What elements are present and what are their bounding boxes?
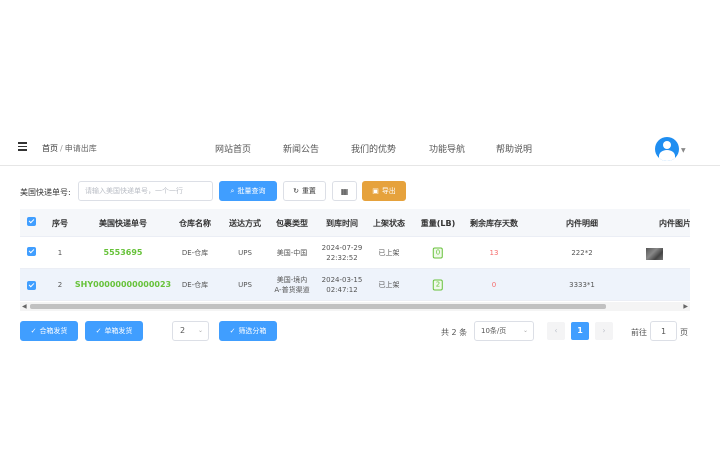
- box-count-select[interactable]: 2 ⌄: [172, 321, 209, 341]
- breadcrumb-home[interactable]: 首页: [42, 144, 58, 153]
- prev-page-button[interactable]: ‹: [547, 322, 565, 340]
- col-shelf-status: 上架状态: [373, 219, 405, 228]
- single-ship-button[interactable]: ✓ 单箱发货: [85, 321, 143, 341]
- cell-package-type: 美国-境内 A-普货渠道: [274, 275, 310, 294]
- col-warehouse: 仓库名称: [179, 219, 211, 228]
- breadcrumb: 首页 / 申请出库: [42, 143, 97, 154]
- goto-unit: 页: [680, 328, 688, 337]
- user-avatar-icon[interactable]: [655, 137, 679, 161]
- breadcrumb-current: 申请出库: [64, 144, 97, 153]
- chevron-down-icon: ⌄: [522, 327, 528, 334]
- col-days-left: 剩余库存天数: [470, 219, 518, 228]
- cell-arrival-time: 2024-07-29 22:32:52: [321, 243, 363, 262]
- cell-delivery: UPS: [238, 248, 252, 257]
- cell-items: 3333*1: [569, 280, 595, 289]
- cell-weight: 2: [432, 279, 444, 290]
- refresh-icon: ↻: [293, 187, 299, 195]
- check-icon: ✓: [95, 327, 102, 335]
- tracking-search-input[interactable]: [78, 181, 213, 201]
- cell-items: 222*2: [571, 248, 593, 257]
- next-page-button[interactable]: ›: [595, 322, 613, 340]
- col-arrival-time: 到库时间: [326, 219, 358, 228]
- cell-shelf-status: 已上架: [378, 248, 400, 257]
- page-1-button[interactable]: 1: [571, 322, 589, 340]
- filter-split-button[interactable]: ✓ 筛选分箱: [219, 321, 277, 341]
- cell-warehouse: DE-仓库: [181, 280, 209, 289]
- cell-index: 2: [57, 280, 63, 289]
- cell-package-type: 美国-中国: [276, 248, 308, 257]
- col-items: 内件明细: [566, 219, 598, 228]
- col-package-type: 包裹类型: [276, 219, 308, 228]
- row-checkbox[interactable]: [27, 281, 36, 290]
- col-weight: 重量(LB): [420, 219, 456, 228]
- table-row[interactable]: 2 SHY00000000000023 DE-仓库 UPS 美国-境内 A-普货渠…: [20, 269, 690, 301]
- chevron-down-icon[interactable]: ▼: [681, 147, 686, 154]
- col-delivery: 送达方式: [229, 219, 261, 228]
- cell-index: 1: [57, 248, 63, 257]
- cell-delivery: UPS: [238, 280, 252, 289]
- weight-tag: 0: [432, 247, 444, 258]
- page-size-select[interactable]: 10条/页 ⌄: [474, 321, 534, 341]
- top-header: 首页 / 申请出库 网站首页 新闻公告 我们的优势 功能导航 帮助说明: [0, 128, 720, 166]
- nav-features[interactable]: 功能导航: [429, 142, 465, 155]
- cell-arrival-time: 2024-03-15 02:47:12: [321, 275, 363, 294]
- col-image: 内件图片: [659, 219, 690, 228]
- table-row[interactable]: 1 5553695 DE-仓库 UPS 美国-中国 2024-07-29 22:3…: [20, 237, 690, 269]
- cell-days-left: 0: [491, 280, 497, 289]
- reset-button[interactable]: ↻ 重置: [283, 181, 326, 201]
- export-button[interactable]: ▣ 导出: [362, 181, 406, 201]
- cell-shelf-status: 已上架: [378, 280, 400, 289]
- grid-icon: ▦: [340, 186, 349, 196]
- col-index: 序号: [52, 219, 68, 228]
- search-icon: ⌕: [230, 186, 235, 195]
- check-icon: ✓: [30, 327, 37, 335]
- merge-ship-button[interactable]: ✓ 合箱发货: [20, 321, 78, 341]
- horizontal-scrollbar[interactable]: ◀ ▶: [20, 302, 690, 311]
- check-icon: ✓: [229, 327, 236, 335]
- cell-weight: 0: [432, 247, 444, 258]
- nav-news[interactable]: 新闻公告: [283, 142, 319, 155]
- breadcrumb-separator: /: [60, 144, 63, 153]
- grid-view-button[interactable]: ▦: [332, 181, 357, 201]
- hamburger-icon[interactable]: [18, 142, 27, 151]
- goto-label: 前往: [631, 328, 647, 337]
- scrollbar-thumb[interactable]: [30, 304, 606, 309]
- weight-tag: 2: [432, 279, 444, 290]
- col-tracking: 美国快递单号: [99, 219, 147, 228]
- row-checkbox[interactable]: [27, 247, 36, 256]
- chevron-down-icon: ⌄: [197, 327, 203, 334]
- cell-days-left: 13: [489, 248, 499, 257]
- nav-advantages[interactable]: 我们的优势: [351, 142, 396, 155]
- scroll-left-icon[interactable]: ◀: [22, 302, 27, 311]
- item-image-thumbnail[interactable]: [646, 248, 663, 260]
- nav-home[interactable]: 网站首页: [215, 142, 251, 155]
- cell-tracking[interactable]: SHY00000000000023: [75, 280, 171, 290]
- cell-tracking[interactable]: 5553695: [104, 248, 143, 258]
- package-table: 序号 美国快递单号 仓库名称 送达方式 包裹类型 到库时间 上架状态 重量(LB…: [20, 209, 690, 311]
- goto-page-input[interactable]: [650, 321, 677, 341]
- table-header: 序号 美国快递单号 仓库名称 送达方式 包裹类型 到库时间 上架状态 重量(LB…: [20, 209, 690, 237]
- batch-query-button[interactable]: ⌕ 批量查询: [219, 181, 277, 201]
- select-all-checkbox[interactable]: [27, 217, 36, 226]
- total-count: 共 2 条: [441, 328, 468, 337]
- cell-warehouse: DE-仓库: [181, 248, 209, 257]
- nav-help[interactable]: 帮助说明: [496, 142, 532, 155]
- export-icon: ▣: [372, 187, 379, 195]
- scroll-right-icon[interactable]: ▶: [683, 302, 688, 311]
- search-label: 美国快递单号:: [20, 188, 71, 197]
